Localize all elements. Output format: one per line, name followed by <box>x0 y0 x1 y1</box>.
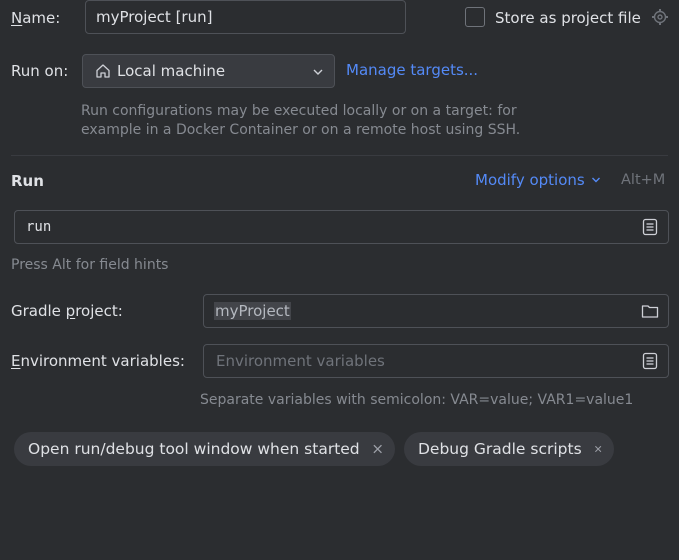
field-hint: Press Alt for field hints <box>11 257 169 273</box>
close-icon[interactable] <box>594 443 602 455</box>
name-input[interactable]: myProject [run] <box>85 0 406 34</box>
run-command-value: run <box>26 219 52 235</box>
chip-label: Open run/debug tool window when started <box>28 440 360 458</box>
env-vars-hint: Separate variables with semicolon: VAR=v… <box>200 392 634 408</box>
run-section-title: Run <box>11 172 44 190</box>
section-divider <box>11 155 668 156</box>
expand-editor-icon[interactable] <box>641 218 659 236</box>
env-vars-placeholder: Environment variables <box>216 352 385 370</box>
store-as-project-file-label: Store as project file <box>495 9 641 27</box>
gradle-project-input[interactable]: myProject <box>203 294 669 328</box>
chip-open-tool-window[interactable]: Open run/debug tool window when started <box>14 432 395 466</box>
modify-options-button[interactable]: Modify options <box>475 171 601 189</box>
run-command-input[interactable]: run <box>14 210 669 244</box>
run-on-hint-line2: example in a Docker Container or on a re… <box>81 122 521 138</box>
chip-debug-gradle-scripts[interactable]: Debug Gradle scripts <box>404 432 614 466</box>
store-as-project-file-checkbox[interactable] <box>465 7 485 27</box>
env-vars-input[interactable]: Environment variables <box>203 344 669 378</box>
env-vars-label: Environment variables: <box>11 352 185 370</box>
close-icon[interactable] <box>372 443 383 455</box>
chevron-down-icon <box>591 177 600 183</box>
gear-icon[interactable] <box>651 8 669 26</box>
run-on-value: Local machine <box>117 62 226 80</box>
name-input-value: myProject [run] <box>96 8 213 26</box>
run-on-dropdown[interactable]: Local machine <box>82 54 335 88</box>
chip-label: Debug Gradle scripts <box>418 440 582 458</box>
run-on-hint-line1: Run configurations may be executed local… <box>81 103 517 119</box>
manage-targets-link[interactable]: Manage targets... <box>346 61 478 79</box>
name-label: Name: <box>11 9 61 27</box>
home-icon <box>96 64 110 78</box>
expand-editor-icon[interactable] <box>641 352 659 370</box>
folder-icon[interactable] <box>641 302 659 320</box>
run-on-label: Run on: <box>11 62 69 80</box>
modify-options-shortcut: Alt+M <box>621 172 666 188</box>
chevron-down-icon <box>313 69 323 75</box>
gradle-project-value: myProject <box>214 302 291 320</box>
gradle-project-label: Gradle project: <box>11 302 123 320</box>
